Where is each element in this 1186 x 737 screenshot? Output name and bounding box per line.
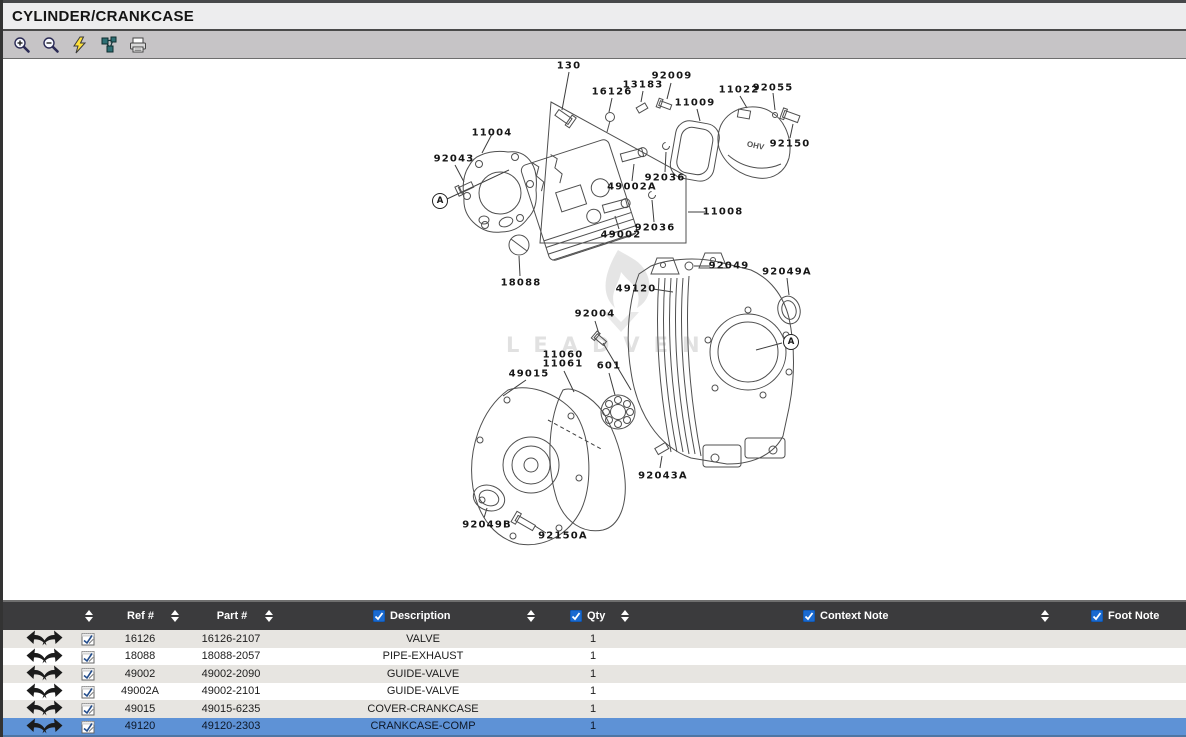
part-callout-18088[interactable]: 18088 [501, 278, 542, 289]
sort-part-col[interactable] [265, 602, 273, 630]
qty-cell: 1 [563, 700, 623, 718]
zoom-out-icon[interactable] [41, 35, 61, 55]
column-header-context-note[interactable]: Context Note [803, 602, 888, 630]
qty-checkbox[interactable] [570, 610, 582, 622]
foot-note-cell [1063, 648, 1173, 666]
sort-icon-col[interactable] [85, 602, 93, 630]
sort-qty-col[interactable] [621, 602, 629, 630]
next-page-arrow-icon[interactable] [40, 718, 66, 736]
sort-ref-col[interactable] [171, 602, 179, 630]
qty-cell: 1 [563, 683, 623, 701]
part-callout-601[interactable]: 601 [597, 361, 621, 372]
zoom-in-icon[interactable] [12, 35, 32, 55]
column-header-foot-note[interactable]: Foot Note [1091, 602, 1159, 630]
part-callout-92055[interactable]: 92055 [753, 83, 794, 94]
table-row-49002A[interactable]: 49002A 49002-2101 GUIDE-VALVE 1 [3, 683, 1186, 701]
page-title: CYLINDER/CRANKCASE [12, 8, 194, 25]
edit-note-icon[interactable] [80, 718, 96, 736]
qty-cell: 1 [563, 630, 623, 648]
ref-number-cell: 16126 [100, 630, 180, 648]
part-callout-92036[interactable]: 92036 [645, 173, 686, 184]
context-note-cell [763, 665, 953, 683]
table-row-49120[interactable]: 49120 49120-2303 CRANKCASE-COMP 1 [3, 718, 1186, 736]
edit-note-icon[interactable] [80, 648, 96, 666]
description-cell: PIPE-EXHAUST [273, 648, 573, 666]
description-cell: VALVE [273, 630, 573, 648]
table-row-49015[interactable]: 49015 49015-6235 COVER-CRANKCASE 1 [3, 700, 1186, 718]
part-callout-49120[interactable]: 49120 [616, 284, 657, 295]
description-checkbox[interactable] [373, 610, 385, 622]
context-note-cell [763, 683, 953, 701]
part-callout-92049B[interactable]: 92049B [462, 520, 512, 531]
context-note-cell [763, 700, 953, 718]
description-cell: CRANKCASE-COMP [273, 718, 573, 736]
part-callout-11004[interactable]: 11004 [472, 128, 513, 139]
app-frame: CYLINDER/CRANKCASE [0, 0, 1186, 737]
column-header-part[interactable]: Part # [199, 602, 265, 630]
flash-tool-icon[interactable] [70, 35, 90, 55]
qty-cell: 1 [563, 718, 623, 736]
ref-number-cell: 49002 [100, 665, 180, 683]
column-header-ref[interactable]: Ref # [108, 602, 173, 630]
toolbar [3, 31, 1186, 59]
edit-note-icon[interactable] [80, 665, 96, 683]
context-note-cell [763, 718, 953, 736]
foot-note-checkbox[interactable] [1091, 610, 1103, 622]
ref-marker-A[interactable]: A [783, 334, 799, 350]
part-callout-49002[interactable]: 49002 [601, 230, 642, 241]
next-page-arrow-icon[interactable] [40, 648, 66, 666]
context-note-cell [763, 630, 953, 648]
part-callout-92043[interactable]: 92043 [434, 154, 475, 165]
part-callout-92150A[interactable]: 92150A [538, 531, 588, 542]
part-callout-49015[interactable]: 49015 [509, 369, 550, 380]
print-icon[interactable] [128, 35, 148, 55]
ref-marker-A[interactable]: A [432, 193, 448, 209]
title-bar: CYLINDER/CRANKCASE [3, 3, 1186, 31]
foot-note-cell [1063, 718, 1173, 736]
context-note-checkbox[interactable] [803, 610, 815, 622]
column-header-description[interactable]: Description [373, 602, 451, 630]
ref-number-cell: 49002A [100, 683, 180, 701]
ref-number-cell: 49120 [100, 718, 180, 736]
ref-number-cell: 18088 [100, 648, 180, 666]
part-callout-130[interactable]: 130 [557, 61, 581, 72]
edit-note-icon[interactable] [80, 700, 96, 718]
next-page-arrow-icon[interactable] [40, 665, 66, 683]
next-page-arrow-icon[interactable] [40, 683, 66, 701]
parts-diagram: LEADVEN [3, 60, 1186, 600]
next-page-arrow-icon[interactable] [40, 630, 66, 648]
qty-cell: 1 [563, 665, 623, 683]
description-cell: GUIDE-VALVE [273, 665, 573, 683]
foot-note-cell [1063, 683, 1173, 701]
part-callout-11008[interactable]: 11008 [703, 207, 744, 218]
part-callout-11009[interactable]: 11009 [675, 98, 716, 109]
table-body: 16126 16126-2107 VALVE 1 18088 18088-205… [3, 630, 1186, 735]
description-cell: GUIDE-VALVE [273, 683, 573, 701]
part-callout-92004[interactable]: 92004 [575, 309, 616, 320]
foot-note-cell [1063, 700, 1173, 718]
column-header-qty[interactable]: Qty [570, 602, 605, 630]
table-header: Ref # Part # Description Qty Context Not… [3, 600, 1186, 630]
foot-note-cell [1063, 665, 1173, 683]
sort-description-col[interactable] [527, 602, 535, 630]
sort-context-note-col[interactable] [1041, 602, 1049, 630]
context-note-cell [763, 648, 953, 666]
foot-note-cell [1063, 630, 1173, 648]
table-row-18088[interactable]: 18088 18088-2057 PIPE-EXHAUST 1 [3, 648, 1186, 666]
qty-cell: 1 [563, 648, 623, 666]
callout-layer: 1301612613183920091100911022920559215011… [3, 60, 1186, 600]
part-callout-92009[interactable]: 92009 [652, 71, 693, 82]
part-callout-92049[interactable]: 92049 [709, 261, 750, 272]
part-callout-92043A[interactable]: 92043A [638, 471, 688, 482]
table-row-16126[interactable]: 16126 16126-2107 VALVE 1 [3, 630, 1186, 648]
part-callout-92049A[interactable]: 92049A [762, 267, 812, 278]
table-row-49002[interactable]: 49002 49002-2090 GUIDE-VALVE 1 [3, 665, 1186, 683]
ref-number-cell: 49015 [100, 700, 180, 718]
edit-note-icon[interactable] [80, 630, 96, 648]
part-callout-92150[interactable]: 92150 [770, 139, 811, 150]
hotspot-map-icon[interactable] [99, 35, 119, 55]
next-page-arrow-icon[interactable] [40, 700, 66, 718]
description-cell: COVER-CRANKCASE [273, 700, 573, 718]
edit-note-icon[interactable] [80, 683, 96, 701]
